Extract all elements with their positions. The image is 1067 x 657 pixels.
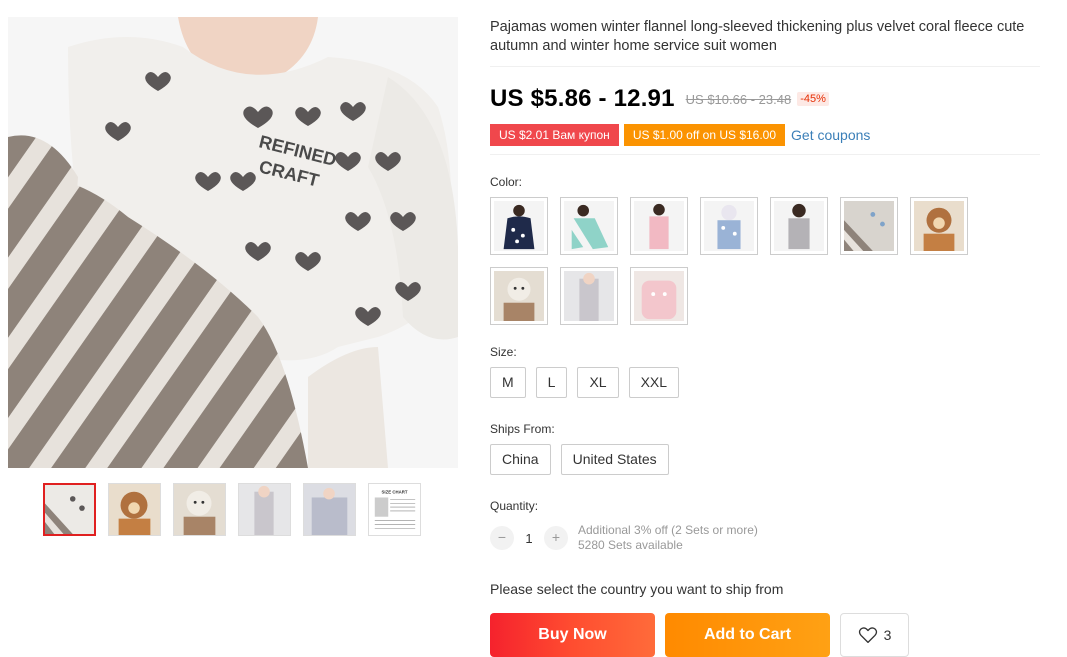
- color-swatch-grey-bear[interactable]: [770, 197, 828, 255]
- product-info-panel: Pajamas women winter flannel long-sleeve…: [490, 18, 1040, 657]
- thumbnail-2[interactable]: [108, 483, 161, 536]
- thumbnail-strip: SIZE CHART: [43, 483, 421, 536]
- wishlist-count: 3: [883, 627, 892, 643]
- quantity-decrement-button[interactable]: −: [490, 526, 514, 550]
- thumbnail-4[interactable]: [238, 483, 291, 536]
- action-buttons: Buy Now Add to Cart 3: [490, 613, 1040, 657]
- additional-discount-text: Additional 3% off (2 Sets or more): [578, 523, 758, 537]
- ships-from-china[interactable]: China: [490, 444, 551, 475]
- quantity-label: Quantity:: [490, 499, 539, 513]
- original-price: US $10.66 - 23.48: [685, 91, 792, 107]
- quantity-increment-button[interactable]: +: [544, 526, 568, 550]
- color-swatches: [490, 197, 990, 325]
- quantity-stepper: − 1 + Additional 3% off (2 Sets or more)…: [490, 523, 1040, 553]
- thumbnail-3[interactable]: [173, 483, 226, 536]
- color-label: Color:: [490, 175, 523, 189]
- size-option-l[interactable]: L: [535, 367, 568, 398]
- coupon-row: US $2.01 Вам купон US $1.00 off on US $1…: [490, 124, 1040, 146]
- quantity-info: Additional 3% off (2 Sets or more) 5280 …: [578, 523, 758, 553]
- size-option-m[interactable]: M: [490, 367, 526, 398]
- get-coupons-link[interactable]: Get coupons: [791, 127, 870, 143]
- coupon-divider: [490, 154, 1040, 155]
- current-price: US $5.86 - 12.91: [490, 85, 675, 112]
- color-swatch-pink[interactable]: [630, 197, 688, 255]
- buy-now-button[interactable]: Buy Now: [490, 613, 655, 657]
- heart-icon: [858, 627, 877, 644]
- quantity-value[interactable]: 1: [514, 531, 544, 546]
- color-swatch-navy-hearts[interactable]: [490, 197, 548, 255]
- color-swatch-white-bear[interactable]: [490, 267, 548, 325]
- color-swatch-blue-pattern[interactable]: [840, 197, 898, 255]
- thumbnail-1[interactable]: [43, 483, 96, 536]
- size-label: Size:: [490, 345, 517, 359]
- discount-badge: -45%: [797, 92, 829, 106]
- coupon-badge-1[interactable]: US $2.01 Вам купон: [490, 124, 619, 146]
- pajama-photo: REFINED CRAFT: [8, 17, 458, 468]
- product-title: Pajamas women winter flannel long-sleeve…: [490, 19, 1025, 54]
- ships-from-options: China United States: [490, 444, 1040, 475]
- size-chart-label: SIZE CHART: [382, 490, 408, 495]
- size-options: M L XL XXL: [490, 367, 1040, 398]
- color-swatch-brown-bear[interactable]: [910, 197, 968, 255]
- color-swatch-light-grey[interactable]: [560, 267, 618, 325]
- ships-from-label: Ships From:: [490, 422, 555, 436]
- add-to-cart-button[interactable]: Add to Cart: [665, 613, 830, 657]
- thumbnail-5[interactable]: [303, 483, 356, 536]
- stock-available-text: 5280 Sets available: [578, 538, 683, 552]
- color-swatch-pink-bunny[interactable]: [630, 267, 688, 325]
- ship-country-note: Please select the country you want to sh…: [490, 581, 784, 597]
- title-divider: [490, 66, 1040, 67]
- size-option-xxl[interactable]: XXL: [628, 367, 680, 398]
- wishlist-button[interactable]: 3: [840, 613, 909, 657]
- main-product-image[interactable]: REFINED CRAFT: [8, 17, 458, 468]
- ships-from-united-states[interactable]: United States: [560, 444, 669, 475]
- color-swatch-blue-bear[interactable]: [700, 197, 758, 255]
- thumbnail-size-chart[interactable]: SIZE CHART: [368, 483, 421, 536]
- price-row: US $5.86 - 12.91 US $10.66 - 23.48 -45%: [490, 85, 1040, 113]
- color-swatch-mint[interactable]: [560, 197, 618, 255]
- coupon-badge-2[interactable]: US $1.00 off on US $16.00: [623, 124, 786, 146]
- size-option-xl[interactable]: XL: [577, 367, 619, 398]
